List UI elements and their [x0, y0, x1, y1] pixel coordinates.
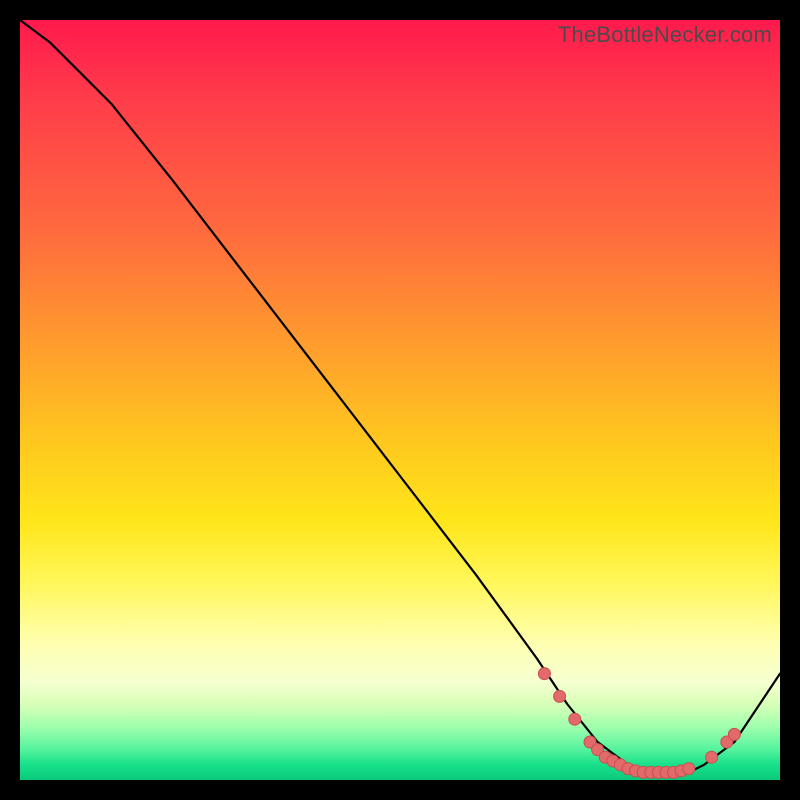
marker-point [554, 690, 566, 702]
marker-point [728, 728, 740, 740]
scatter-markers [538, 668, 740, 779]
chart-frame: TheBottleNecker.com [0, 0, 800, 800]
curve-layer [20, 20, 780, 780]
marker-point [538, 668, 550, 680]
plot-area: TheBottleNecker.com [20, 20, 780, 780]
marker-point [569, 713, 581, 725]
marker-point [683, 763, 695, 775]
bottleneck-curve [20, 20, 780, 772]
marker-point [706, 751, 718, 763]
